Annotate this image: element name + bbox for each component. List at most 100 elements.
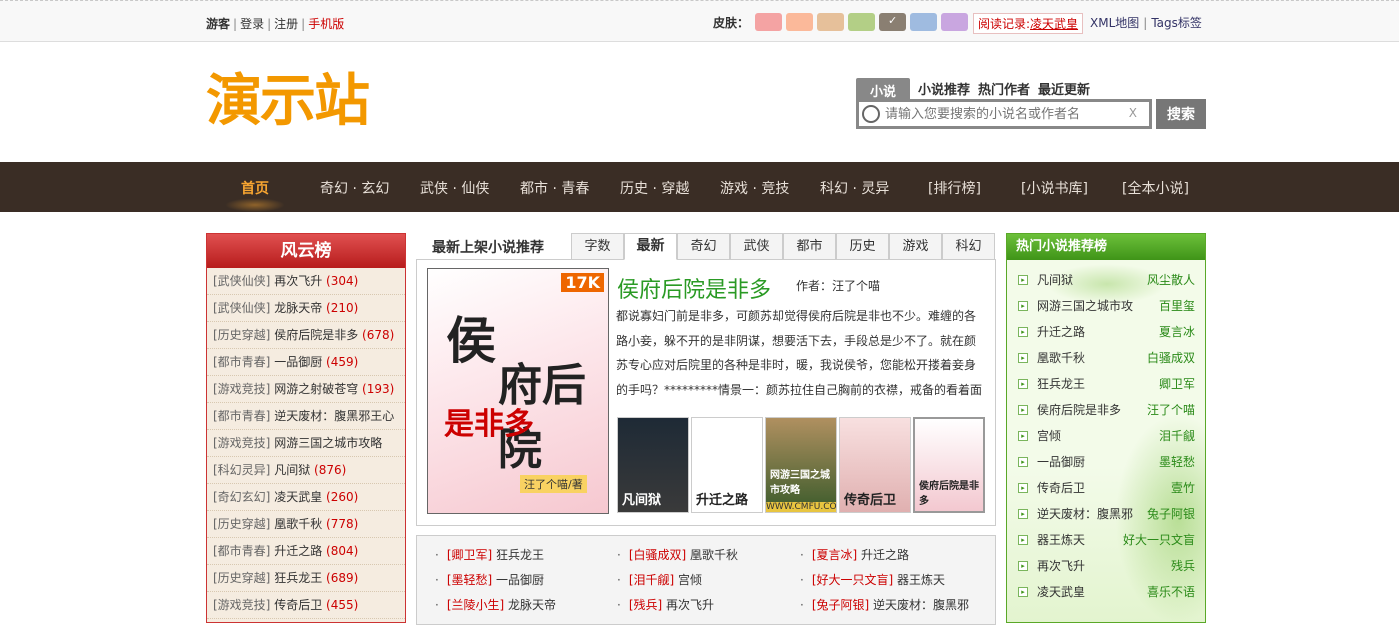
tab-history[interactable]: 历史 (836, 233, 889, 260)
search-link-recommend[interactable]: 小说推荐 (918, 79, 970, 100)
list-item[interactable]: [都市青春] 一品御厨 (459) (207, 349, 405, 376)
search-link-hot-authors[interactable]: 热门作者 (978, 79, 1030, 100)
list-item[interactable]: ▸凡间狱风尘散人 (1007, 267, 1205, 293)
skin-swatch[interactable] (848, 13, 875, 31)
skin-swatch-active[interactable] (879, 13, 906, 31)
list-item[interactable]: ▸侯府后院是非多汪了个喵 (1007, 397, 1205, 423)
bullet-arrow-icon: ▸ (1018, 301, 1028, 311)
list-item[interactable]: [奇幻玄幻] 凌天武皇 (260) (207, 484, 405, 511)
mobile-link[interactable]: 手机版 (308, 17, 344, 31)
hot-title: 热门小说推荐榜 (1007, 234, 1205, 260)
book-thumb-selected[interactable]: 侯府后院是非多 (913, 417, 985, 513)
tab-words[interactable]: 字数 (571, 233, 624, 260)
book-thumb[interactable]: 升迁之路 (691, 417, 763, 513)
list-item[interactable]: ▸升迁之路夏言冰 (1007, 319, 1205, 345)
tab-wuxia[interactable]: 武侠 (730, 233, 783, 260)
nav-ranking[interactable]: [排行榜] (928, 178, 981, 198)
skin-swatch[interactable] (941, 13, 968, 31)
bullet-arrow-icon: ▸ (1018, 405, 1028, 415)
list-item[interactable]: [科幻灵异] 凡间狱 (876) (207, 457, 405, 484)
cover-author: 汪了个喵/著 (520, 475, 587, 493)
search-button[interactable]: 搜索 (1156, 99, 1206, 129)
search-input[interactable] (885, 105, 1125, 123)
list-item[interactable]: ▸逆天废材：腹黑邪兔子阿银 (1007, 501, 1205, 527)
list-item[interactable]: [游戏竞技] 网游三国之城市攻略 (207, 430, 405, 457)
list-item[interactable]: ·[卿卫军] 狂兵龙王 (435, 546, 544, 563)
tab-game[interactable]: 游戏 (889, 233, 942, 260)
list-item[interactable]: [历史穿越] 凰歌千秋 (778) (207, 511, 405, 538)
book-thumb[interactable]: 凡间狱 (617, 417, 689, 513)
skin-swatch[interactable] (817, 13, 844, 31)
tags-link[interactable]: Tags标签 (1151, 16, 1202, 30)
tab-urban[interactable]: 都市 (783, 233, 836, 260)
table-row: ·[墨轻愁] 一品御厨 ·[泪千觎] 宫倾 ·[好大一只文盲] 器王炼天 (417, 571, 997, 596)
read-record[interactable]: 阅读记录:凌天武皇 (973, 13, 1083, 34)
list-item[interactable]: [历史穿越] 侯府后院是非多 (678) (207, 322, 405, 349)
list-item[interactable]: ▸凌天武皇喜乐不语 (1007, 579, 1205, 605)
list-item[interactable]: ▸一品御厨墨轻愁 (1007, 449, 1205, 475)
book-thumb[interactable]: 网游三国之城市攻略WWW.CMFU.COM (765, 417, 837, 513)
skin-swatch[interactable] (755, 13, 782, 31)
list-item[interactable]: [游戏竞技] 网游之射破苍穹 (193) (207, 376, 405, 403)
list-item[interactable]: [武侠仙侠] 龙脉天帝 (210) (207, 295, 405, 322)
list-item[interactable]: ·[夏言冰] 升迁之路 (800, 546, 909, 563)
top-links: XML地图|Tags标签 (1090, 14, 1202, 31)
new-books-tabs: 最新上架小说推荐 字数 最新 奇幻 武侠 都市 历史 游戏 科幻 (416, 233, 996, 260)
nav-scifi[interactable]: 科幻 · 灵异 (820, 178, 889, 198)
featured-author: 作者：汪了个喵 (796, 277, 880, 294)
nav-game[interactable]: 游戏 · 竞技 (720, 178, 789, 198)
featured-title[interactable]: 侯府后院是非多 (617, 272, 771, 304)
nav-library[interactable]: [小说书库] (1021, 178, 1088, 198)
search-tab-novel[interactable]: 小说 (856, 78, 910, 100)
nav-history[interactable]: 历史 · 穿越 (620, 178, 689, 198)
register-link[interactable]: 注册 (274, 17, 298, 31)
list-item[interactable]: ▸网游三国之城市攻百里玺 (1007, 293, 1205, 319)
list-item[interactable]: [历史穿越] 狂兵龙王 (689) (207, 565, 405, 592)
list-item[interactable]: ·[兔子阿银] 逆天废材：腹黑邪 (800, 596, 969, 613)
table-row: ·[兰陵小生] 龙脉天帝 ·[残兵] 再次飞升 ·[兔子阿银] 逆天废材：腹黑邪 (417, 596, 997, 621)
skin-label: 皮肤： (713, 14, 749, 31)
nav-complete[interactable]: [全本小说] (1122, 178, 1189, 198)
nav-urban[interactable]: 都市 · 青春 (520, 178, 589, 198)
tab-scifi[interactable]: 科幻 (942, 233, 995, 260)
xml-map-link[interactable]: XML地图 (1090, 16, 1139, 30)
bullet-arrow-icon: ▸ (1018, 561, 1028, 571)
tab-newest[interactable]: 最新 (624, 233, 677, 260)
search-tabs: 小说 小说推荐 热门作者 最近更新 (856, 78, 1090, 100)
fengyun-title: 风云榜 (207, 234, 405, 268)
read-record-book[interactable]: 凌天武皇 (1030, 17, 1078, 31)
list-item[interactable]: ▸再次飞升残兵 (1007, 553, 1205, 579)
list-item[interactable]: ▸器王炼天好大一只文盲 (1007, 527, 1205, 553)
nav-wuxia[interactable]: 武侠 · 仙侠 (420, 178, 489, 198)
list-item[interactable]: ▸凰歌千秋白骚成双 (1007, 345, 1205, 371)
list-item[interactable]: [都市青春] 升迁之路 (804) (207, 538, 405, 565)
list-item[interactable]: [武侠仙侠] 再次飞升 (304) (207, 268, 405, 295)
list-item[interactable]: ▸传奇后卫壹竹 (1007, 475, 1205, 501)
login-link[interactable]: 登录 (240, 17, 264, 31)
read-record-label: 阅读记录: (978, 17, 1030, 31)
search-box: X (856, 99, 1152, 129)
list-item[interactable]: ·[好大一只文盲] 器王炼天 (800, 571, 945, 588)
list-item[interactable]: ·[残兵] 再次飞升 (617, 596, 714, 613)
tab-fantasy[interactable]: 奇幻 (677, 233, 730, 260)
list-item[interactable]: ·[墨轻愁] 一品御厨 (435, 571, 544, 588)
featured-cover[interactable]: 17K 侯 府后院 是非多 汪了个喵/著 (427, 268, 609, 514)
list-item[interactable]: ·[泪千觎] 宫倾 (617, 571, 702, 588)
list-item[interactable]: ·[白骚成双] 凰歌千秋 (617, 546, 738, 563)
nav-fantasy[interactable]: 奇幻 · 玄幻 (320, 178, 389, 198)
list-item[interactable]: ▸狂兵龙王卿卫军 (1007, 371, 1205, 397)
book-thumb[interactable]: 传奇后卫 (839, 417, 911, 513)
search-link-recent[interactable]: 最近更新 (1038, 79, 1090, 100)
list-item[interactable]: ·[兰陵小生] 龙脉天帝 (435, 596, 556, 613)
bullet-arrow-icon: ▸ (1018, 379, 1028, 389)
list-item[interactable]: ▸宫倾泪千觎 (1007, 423, 1205, 449)
skin-swatch[interactable] (910, 13, 937, 31)
clear-icon[interactable]: X (1129, 106, 1137, 120)
nav-home[interactable]: 首页 (241, 178, 269, 198)
top-bar: 游客|登录|注册|手机版 皮肤： 阅读记录:凌天武皇 XML地图|Tags标签 (0, 0, 1399, 42)
skin-swatch[interactable] (786, 13, 813, 31)
site-logo[interactable]: 演示站 (206, 70, 368, 134)
list-item[interactable]: [都市青春] 逆天废材：腹黑邪王心 (207, 403, 405, 430)
bullet-arrow-icon: ▸ (1018, 509, 1028, 519)
skin-picker: 皮肤： (713, 13, 972, 31)
